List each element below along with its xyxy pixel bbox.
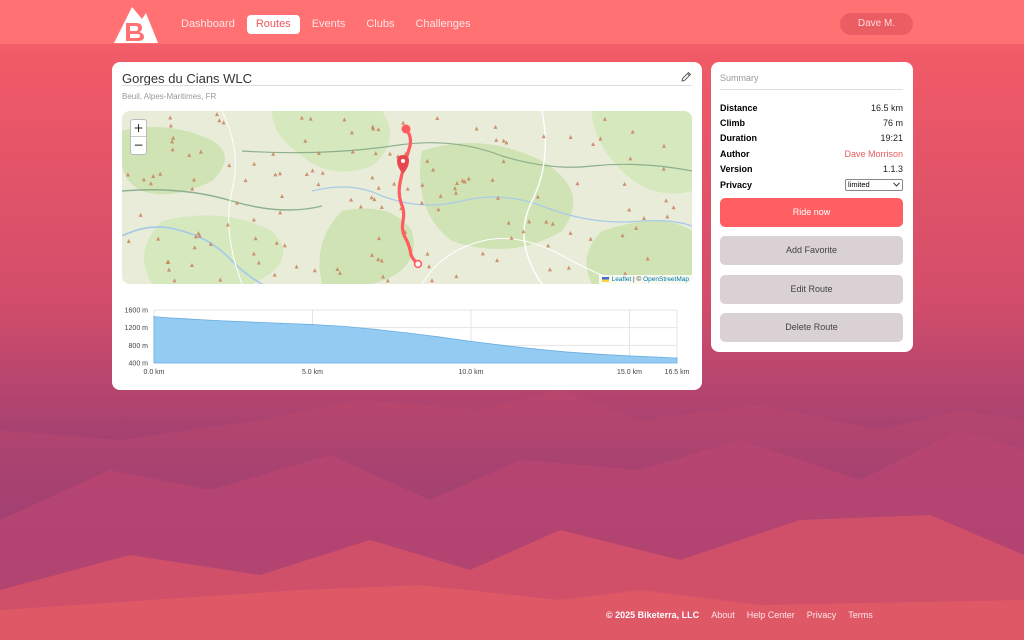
elevation-point [470, 340, 472, 342]
elevation-point [406, 332, 409, 334]
stat-distance: Distance 16.5 km [720, 100, 903, 115]
elevation-point [185, 318, 187, 320]
zoom-control: + − [130, 119, 147, 155]
summary-heading: Summary [720, 73, 759, 83]
stat-author: Author Dave Morrison [720, 146, 903, 161]
stat-value: 19:21 [880, 133, 903, 144]
title-divider [122, 85, 692, 86]
summary-card: Summary Distance 16.5 km Climb 76 m Dura… [711, 62, 913, 352]
pencil-icon[interactable] [680, 71, 692, 83]
stat-privacy: Privacy limited [720, 177, 903, 192]
chevron-down-icon [893, 182, 900, 187]
elevation-point [280, 322, 282, 324]
route-start-marker[interactable] [401, 124, 411, 134]
edit-route-button[interactable]: Edit Route [720, 275, 903, 304]
privacy-select[interactable]: limited [845, 178, 903, 191]
delete-route-button[interactable]: Delete Route [720, 313, 903, 342]
stat-label: Version [720, 164, 753, 175]
nav-challenges[interactable]: Challenges [406, 15, 479, 34]
stat-value: 1.1.3 [882, 164, 903, 175]
footer-link-terms[interactable]: Terms [848, 610, 873, 620]
leaflet-link[interactable]: Leaflet [612, 276, 632, 283]
privacy-select-value: limited [848, 180, 870, 190]
stat-value: 76 m [882, 118, 903, 129]
elevation-chart[interactable]: 1600 m 1200 m 800 m 400 m0.0 km 5.0 km 10.0 k… [112, 302, 702, 382]
map-tiles[interactable] [122, 111, 692, 284]
stats-list: Distance 16.5 km Climb 76 m Duration 19:… [720, 100, 903, 192]
stat-label: Distance [720, 102, 758, 113]
y-tick-label: 800 m [129, 343, 149, 350]
author-link[interactable]: Dave Morrison [844, 149, 903, 159]
main-nav: Dashboard Routes Events Clubs Challenges [172, 15, 483, 34]
footer-link-privacy[interactable]: Privacy [807, 610, 837, 620]
x-tick-label: 5.0 km [302, 369, 323, 376]
nav-clubs[interactable]: Clubs [357, 15, 403, 34]
elevation-point [533, 348, 535, 350]
stat-version: Version 1.1.3 [720, 162, 903, 177]
y-tick-label: 1600 m [125, 308, 149, 315]
elevation-point [628, 355, 631, 357]
stat-label: Climb [720, 118, 746, 129]
elevation-point [502, 344, 504, 346]
zoom-in-button[interactable]: + [131, 120, 146, 137]
x-tick-label: 10.0 km [459, 369, 484, 376]
stat-duration: Duration 19:21 [720, 131, 903, 146]
stat-label: Author [720, 148, 750, 159]
map-attribution: Leaflet | © OpenStreetMap [598, 275, 692, 284]
nav-routes[interactable]: Routes [246, 15, 300, 34]
biketerra-logo-icon[interactable] [112, 5, 158, 43]
stat-label: Duration [720, 133, 757, 144]
y-tick-label: 400 m [129, 361, 149, 368]
elevation-point [565, 351, 567, 353]
elevation-point [169, 317, 171, 319]
attribution-separator: | © [631, 276, 644, 283]
elevation-point [660, 356, 662, 358]
elevation-area [153, 316, 678, 364]
route-card: Gorges du Cians WLC Beuil, Alpes-Maritim… [112, 62, 702, 390]
elevation-point [248, 321, 250, 323]
x-tick-label: 16.5 km [665, 369, 690, 376]
x-tick-label: 15.0 km [617, 369, 642, 376]
ride-now-button[interactable]: Ride now [720, 198, 903, 227]
openstreetmap-link[interactable]: OpenStreetMap [643, 276, 689, 283]
stat-value: 16.5 km [870, 102, 903, 113]
summary-divider [720, 89, 903, 90]
nav-events[interactable]: Events [303, 15, 355, 34]
footer-link-about[interactable]: About [711, 610, 735, 620]
y-tick-label: 1200 m [125, 325, 149, 332]
elevation-point [676, 357, 678, 359]
elevation-point [311, 323, 314, 326]
footer-copyright: © 2025 Biketerra, LLC [606, 610, 700, 620]
footer: © 2025 Biketerra, LLC About Help Center … [606, 610, 873, 620]
elevation-point [597, 353, 599, 355]
ukraine-flag-icon [601, 276, 609, 282]
elevation-point [375, 328, 377, 331]
stat-label: Privacy [720, 179, 753, 190]
user-menu-button[interactable]: Dave M. [840, 13, 913, 35]
route-location: Beuil, Alpes-Maritimes, FR [122, 92, 217, 101]
elevation-point [438, 336, 440, 338]
nav-dashboard[interactable]: Dashboard [172, 15, 244, 34]
add-favorite-button[interactable]: Add Favorite [720, 236, 903, 265]
route-end-marker[interactable] [413, 259, 423, 269]
zoom-out-button[interactable]: − [131, 137, 146, 154]
stat-climb: Climb 76 m [720, 115, 903, 130]
route-map[interactable]: + − Leaflet | © OpenStreetMap [122, 111, 692, 284]
elevation-point [216, 320, 218, 322]
elevation-point [153, 316, 155, 318]
elevation-point [343, 325, 345, 327]
x-tick-label: 0.0 km [143, 369, 164, 376]
top-header: Dashboard Routes Events Clubs Challenges… [0, 0, 1024, 44]
footer-link-help-center[interactable]: Help Center [747, 610, 795, 620]
route-title: Gorges du Cians WLC [122, 71, 253, 86]
